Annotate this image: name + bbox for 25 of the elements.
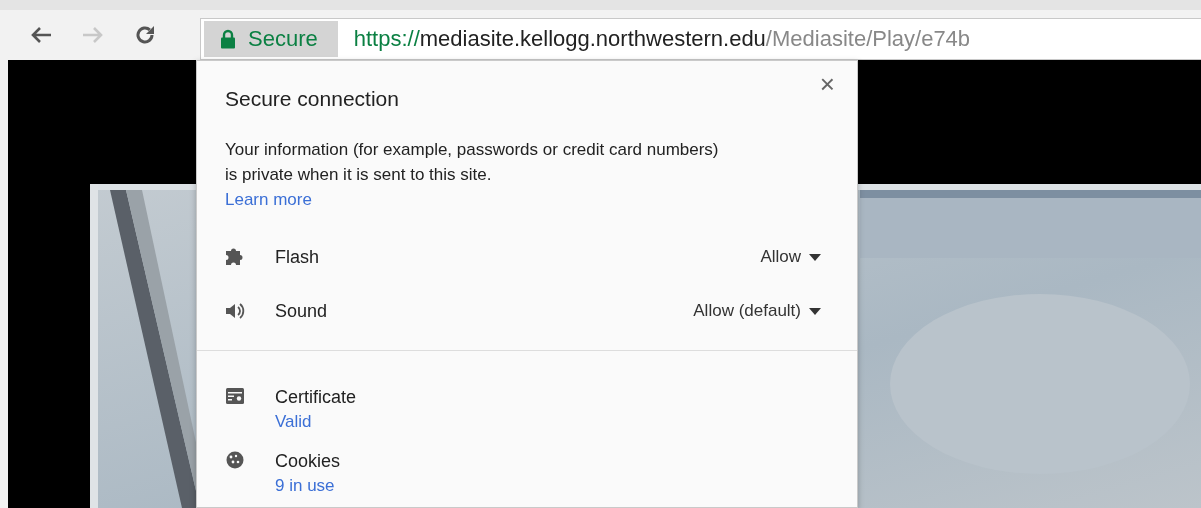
info-label: Certificate [275, 386, 357, 409]
caret-icon [809, 307, 821, 315]
learn-more-link[interactable]: Learn more [225, 187, 312, 212]
popup-title: Secure connection [225, 86, 400, 112]
lock-icon [220, 29, 236, 49]
url-text: https://mediasite.kellogg.northwestern.edu/Mediasite/Play/e74b [353, 26, 971, 52]
permission-dropdown[interactable]: Allow (default) [693, 301, 821, 321]
caret-icon [809, 253, 821, 261]
certificate-icon [225, 387, 245, 405]
reload-icon [134, 24, 156, 46]
info-label: Cookies [275, 450, 341, 473]
info-link[interactable]: Valid [275, 409, 357, 435]
secure-chip[interactable]: Secure [204, 21, 338, 57]
puzzle-icon [225, 248, 245, 266]
forward-icon [82, 26, 104, 44]
close-button[interactable]: × [815, 69, 839, 99]
security-description: Your information (for example, passwords or credit card numbers) is private when it is sent to this site. [225, 139, 720, 186]
permission-label: Flash [275, 246, 320, 268]
permission-dropdown[interactable]: Allow [760, 247, 821, 267]
cookie-icon [225, 451, 245, 469]
info-link[interactable]: 9 in use [275, 473, 341, 499]
back-icon [30, 26, 52, 44]
permission-label: Sound [275, 300, 329, 322]
speaker-icon [225, 302, 245, 320]
address-bar[interactable]: Secure https://mediasite.kellogg.northwestern.edu/Mediasite/Play/e74b [200, 18, 1201, 60]
